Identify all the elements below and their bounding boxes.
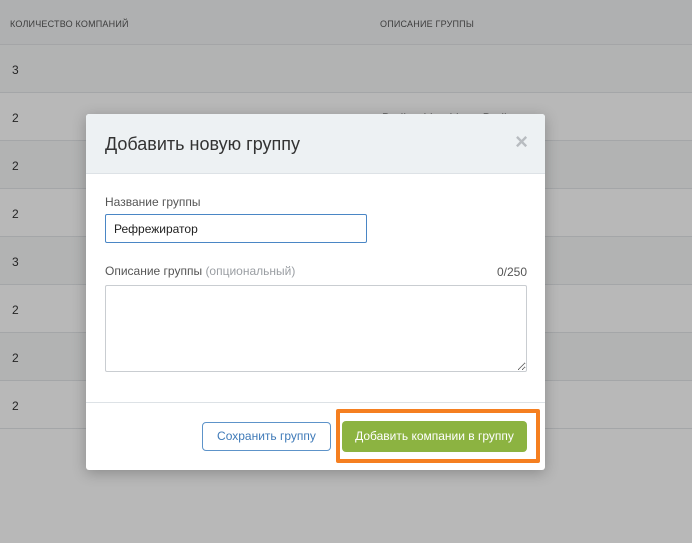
group-description-label-text: Описание группы bbox=[105, 264, 203, 278]
footer-divider bbox=[86, 402, 545, 403]
close-icon[interactable]: × bbox=[515, 131, 528, 153]
optional-hint: (опциональный) bbox=[205, 264, 296, 278]
group-description-label: Описание группы (опциональный) bbox=[105, 264, 295, 278]
group-name-input[interactable] bbox=[105, 214, 367, 243]
group-description-textarea[interactable] bbox=[105, 285, 527, 372]
add-group-modal: Добавить новую группу × Название группы … bbox=[86, 114, 545, 470]
modal-header: Добавить новую группу × bbox=[86, 114, 545, 174]
add-companies-button[interactable]: Добавить компании в группу bbox=[342, 421, 527, 452]
character-counter: 0/250 bbox=[496, 265, 527, 279]
modal-title: Добавить новую группу bbox=[105, 134, 301, 154]
save-group-button[interactable]: Сохранить группу bbox=[202, 422, 331, 451]
group-name-label: Название группы bbox=[105, 195, 201, 209]
